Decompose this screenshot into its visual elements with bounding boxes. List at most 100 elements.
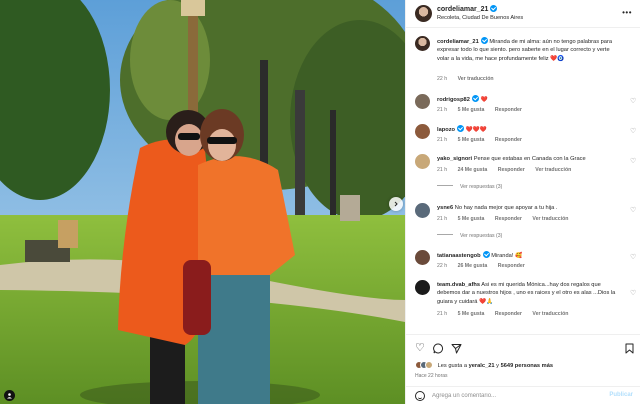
replies-divider — [437, 234, 453, 235]
user-icon — [7, 393, 12, 399]
caption-avatar[interactable] — [415, 36, 430, 51]
view-replies-label[interactable]: Ver respuestas (3) — [460, 233, 502, 239]
comment-emoji: ❤️🙏 — [479, 298, 494, 305]
heart-icon[interactable]: ♡ — [630, 207, 637, 214]
commenter-avatar[interactable] — [415, 94, 430, 109]
comment-bubble-icon — [433, 343, 444, 354]
bookmark-icon[interactable] — [625, 343, 634, 357]
likes-text: Les gusta a yeralc_21 y 5649 personas má… — [438, 363, 553, 369]
likes-mid: y — [496, 363, 499, 369]
view-replies-button[interactable]: Ver respuestas (3) — [437, 184, 502, 190]
comment-meta: 21 h 5 Me gusta Responder — [437, 107, 531, 113]
caption-time[interactable]: 22 h — [437, 76, 447, 82]
verified-icon — [490, 5, 498, 12]
add-comment-bar: Publicar — [406, 386, 640, 404]
comment-time[interactable]: 21 h — [437, 107, 447, 113]
liker-avatar — [425, 361, 433, 369]
reply-button[interactable]: Responder — [498, 167, 525, 173]
commenter-username[interactable]: lapozo — [437, 127, 455, 133]
reply-button[interactable]: Responder — [495, 107, 522, 113]
heart-icon[interactable]: ♡ — [630, 158, 637, 165]
likes-user[interactable]: yeralc_21 — [469, 363, 495, 369]
commenter-avatar[interactable] — [415, 280, 430, 295]
like-heart-icon[interactable]: ♡ — [415, 343, 425, 354]
comment-likes[interactable]: 5 Me gusta — [458, 137, 485, 143]
translate-link[interactable]: Ver traducción — [535, 167, 571, 173]
caption-meta: 22 h Ver traducción — [437, 76, 503, 82]
comment-emoji: 🥰 — [514, 253, 523, 259]
post-time-ago[interactable]: Hace 22 horas — [415, 373, 448, 379]
comment-text: tatianaastengob Miranda! 🥰 — [437, 251, 623, 260]
commenter-avatar[interactable] — [415, 124, 430, 139]
comment-time[interactable]: 21 h — [437, 167, 447, 173]
publish-button[interactable]: Publicar — [609, 392, 633, 398]
replies-divider — [437, 185, 453, 186]
comment-likes[interactable]: 24 Me gusta — [458, 167, 488, 173]
more-options-icon[interactable]: ••• — [622, 9, 632, 17]
post-location[interactable]: Recoleta, Ciudad De Buenos Aires — [437, 15, 523, 21]
heart-icon[interactable]: ♡ — [630, 98, 637, 105]
comment-body: Pense que estabas en Canada con la Grace — [473, 156, 586, 162]
comment-body: Miranda! — [491, 253, 514, 259]
commenter-avatar[interactable] — [415, 203, 430, 218]
comment-time[interactable]: 21 h — [437, 311, 447, 317]
share-icon[interactable] — [451, 343, 462, 357]
comment-meta: 21 h 24 Me gusta Responder Ver traducció… — [437, 167, 580, 173]
verified-icon — [480, 37, 488, 44]
translate-link[interactable]: Ver traducción — [532, 216, 568, 222]
reply-button[interactable]: Responder — [498, 263, 525, 269]
comment-text: yako_signori Pense que estabas en Canada… — [437, 155, 623, 163]
commenter-avatar[interactable] — [415, 154, 430, 169]
verified-icon — [482, 251, 490, 258]
chevron-right-icon — [394, 201, 398, 207]
comment-emoji: ❤️❤️❤️ — [465, 127, 487, 133]
comment-text: team.dvab_afhs Asi es mi querida Mónica.… — [437, 281, 623, 306]
comments-list[interactable]: cordeliamar_21 Miranda de mi alma: aún n… — [406, 29, 640, 334]
comment-time[interactable]: 22 h — [437, 263, 447, 269]
view-replies-label[interactable]: Ver respuestas (3) — [460, 184, 502, 190]
commenter-username[interactable]: tatianaastengob — [437, 253, 481, 259]
caption-translate-link[interactable]: Ver traducción — [458, 76, 494, 82]
comment-likes[interactable]: 5 Me gusta — [458, 311, 485, 317]
comment-text: rodrigosp82 ❤️ — [437, 95, 623, 104]
comment-text: lapozo ❤️❤️❤️ — [437, 125, 623, 134]
author-avatar[interactable] — [415, 5, 432, 22]
comment-likes[interactable]: 26 Me gusta — [458, 263, 488, 269]
author-username[interactable]: cordeliamar_21 — [437, 5, 498, 13]
save-bookmark-icon — [625, 343, 634, 354]
commenter-username[interactable]: team.dvab_afhs — [437, 282, 480, 288]
view-replies-button[interactable]: Ver respuestas (3) — [437, 233, 502, 239]
commenter-username[interactable]: ysne6 — [437, 205, 453, 211]
reply-button[interactable]: Responder — [495, 216, 522, 222]
heart-icon[interactable]: ♡ — [630, 254, 637, 261]
comment-meta: 22 h 26 Me gusta Responder — [437, 263, 534, 269]
caption-username[interactable]: cordeliamar_21 — [437, 39, 479, 45]
post-actions: ♡ Les gusta a yeralc_21 y 5649 personas … — [406, 334, 640, 386]
comment-likes[interactable]: 5 Me gusta — [458, 216, 485, 222]
reply-button[interactable]: Responder — [495, 311, 522, 317]
comment-time[interactable]: 21 h — [437, 216, 447, 222]
translate-link[interactable]: Ver traducción — [532, 311, 568, 317]
next-image-button[interactable] — [389, 197, 403, 211]
comment-icon[interactable] — [433, 343, 444, 357]
heart-icon[interactable]: ♡ — [630, 290, 637, 297]
reply-button[interactable]: Responder — [495, 137, 522, 143]
heart-icon[interactable]: ♡ — [630, 128, 637, 135]
post-header: cordeliamar_21 Recoleta, Ciudad De Bueno… — [406, 0, 640, 28]
tagged-users-button[interactable] — [4, 390, 15, 401]
comment-likes[interactable]: 5 Me gusta — [458, 107, 485, 113]
commenter-username[interactable]: yako_signori — [437, 156, 472, 162]
park-photo-image — [0, 0, 405, 404]
author-username-text[interactable]: cordeliamar_21 — [437, 6, 488, 13]
post-photo[interactable] — [0, 0, 405, 404]
comment-text: ysne6 No hay nada mejor que apoyar a tu … — [437, 204, 623, 212]
comment-time[interactable]: 21 h — [437, 137, 447, 143]
likes-count[interactable]: 5649 personas más — [501, 363, 554, 369]
comment-input[interactable] — [432, 390, 592, 402]
verified-icon — [471, 95, 479, 102]
commenter-username[interactable]: rodrigosp82 — [437, 97, 470, 103]
paper-plane-icon — [451, 344, 462, 354]
emoji-picker-icon[interactable] — [415, 391, 425, 401]
commenter-avatar[interactable] — [415, 250, 430, 265]
caption-emoji: ❤️🧿 — [550, 55, 565, 62]
